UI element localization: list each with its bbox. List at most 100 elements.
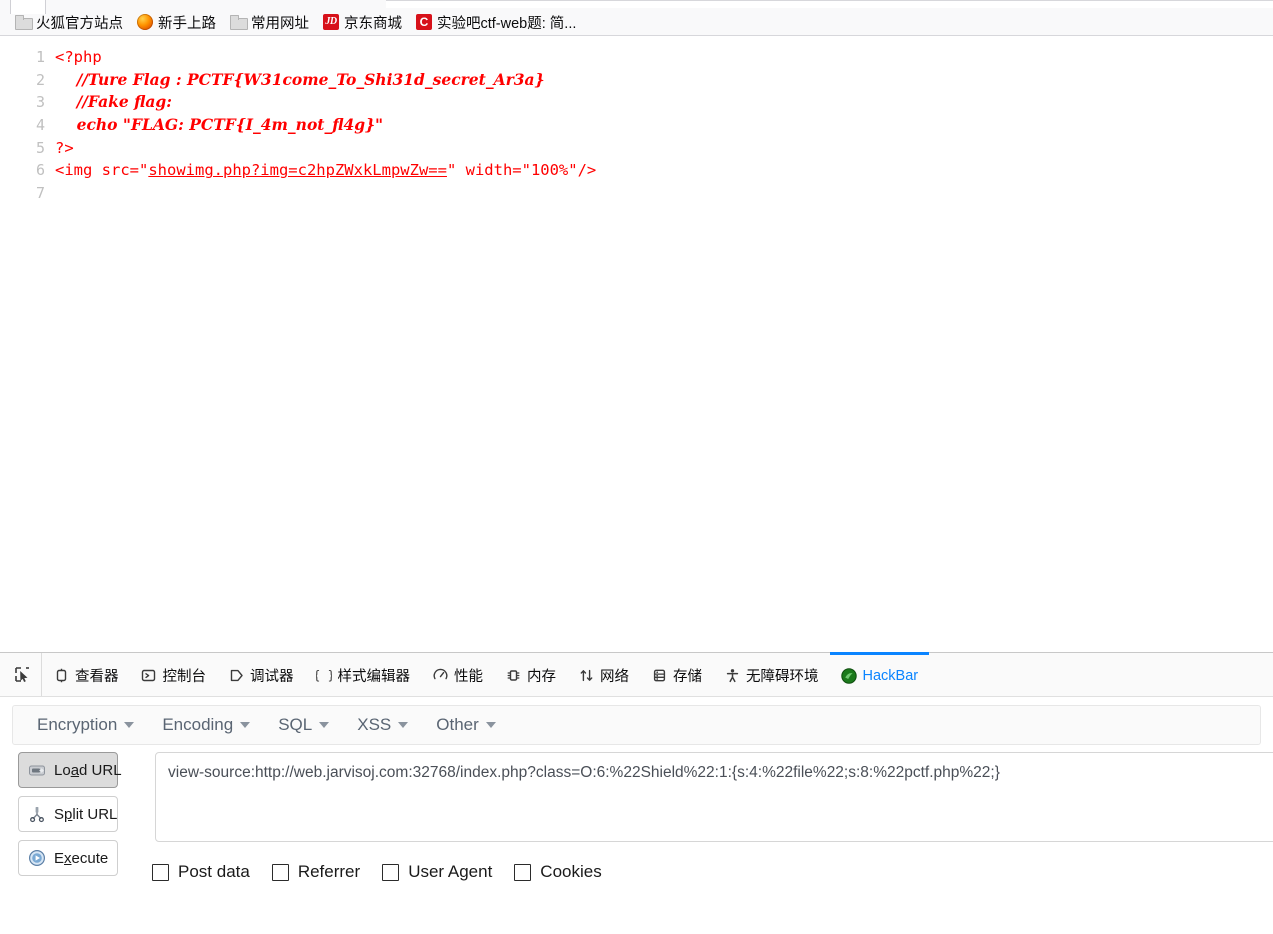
- checkbox-label: Post data: [178, 862, 250, 881]
- folder-icon: [15, 14, 33, 30]
- button-label: Execute: [54, 850, 108, 867]
- code-text: ?>: [55, 138, 74, 157]
- bookmark-item[interactable]: C 实验吧ctf-web题: 简...: [409, 10, 583, 34]
- devtools-tab-hackbar[interactable]: HackBar: [829, 652, 930, 696]
- checkbox-box[interactable]: [271, 863, 289, 881]
- bookmark-label: 实验吧ctf-web题: 简...: [437, 15, 577, 32]
- hackbar-menu-xss[interactable]: XSS: [343, 710, 422, 740]
- devtools-tab-item-5[interactable]: 内存: [494, 652, 567, 696]
- chevron-down-icon: [240, 722, 251, 728]
- devtools-tab-label: 网络: [600, 669, 629, 685]
- split-url-button[interactable]: Split URL: [18, 796, 118, 832]
- code-line: 3 //Fake flag:: [0, 91, 596, 114]
- devtools-tab-label: 样式编辑器: [337, 669, 411, 685]
- line-number: 6: [35, 161, 45, 180]
- accelerator-key: x: [64, 849, 72, 867]
- devtools-panel: 查看器 控制台 调试器 { } 样式编辑器 性能 内存 网络 存储 无障碍环境 HackBar En…: [0, 652, 1273, 934]
- chevron-down-icon: [485, 722, 496, 728]
- line-number: 5: [35, 138, 45, 157]
- code-line: 4 echo "FLAG: PCTF{I_4m_not_fl4g}": [0, 114, 596, 137]
- hackbar-menu-sql[interactable]: SQL: [264, 710, 343, 740]
- code-fragment: <img src=": [55, 161, 149, 180]
- devtools-tablist: 查看器 控制台 调试器 { } 样式编辑器 性能 内存 网络 存储 无障碍环境 HackBar: [42, 652, 930, 696]
- label-part: S: [54, 805, 65, 823]
- checkbox-box[interactable]: [514, 863, 532, 881]
- split-url-icon: [27, 804, 47, 824]
- element-picker-icon: [15, 667, 29, 682]
- load-url-button[interactable]: Load URL: [18, 752, 122, 788]
- jd-icon: JD: [323, 14, 339, 30]
- hackbar-menu-label: Encryption: [37, 715, 118, 734]
- devtools-tab-item-1[interactable]: 控制台: [130, 652, 218, 696]
- code-text: //Ture Flag : PCTF{W31come_To_Shi31d_sec…: [55, 69, 545, 89]
- devtools-toolbar: 查看器 控制台 调试器 { } 样式编辑器 性能 内存 网络 存储 无障碍环境 HackBar: [0, 652, 1273, 697]
- devtools-tab-item-4[interactable]: 性能: [421, 652, 494, 696]
- line-number: 3: [35, 93, 45, 112]
- debugger-icon: [228, 668, 244, 684]
- hackbar-panel: Encryption Encoding SQL XSS Other Load URL Sp…: [0, 697, 1273, 934]
- devtools-tab-item-6[interactable]: 网络: [567, 652, 640, 696]
- button-label: Split URL: [54, 806, 117, 823]
- accelerator-key: a: [70, 761, 80, 779]
- folder-icon: [230, 14, 248, 30]
- bookmark-item[interactable]: JD 京东商城: [316, 10, 409, 34]
- code-text: <img src="showimg.php?img=c2hpZWxkLmpwZw…: [55, 159, 596, 182]
- code-text: echo "FLAG: PCTF{I_4m_not_fl4g}": [55, 115, 384, 135]
- bookmark-item[interactable]: 新手上路: [130, 10, 223, 34]
- url-input[interactable]: view-source:http://web.jarvisoj.com:3276…: [155, 752, 1273, 842]
- checkbox-label: User Agent: [408, 862, 493, 881]
- hackbar-options: Post data Referrer User Agent Cookies: [152, 862, 602, 882]
- svg-text:{ }: { }: [316, 669, 332, 683]
- devtools-tab-item-2[interactable]: 调试器: [217, 652, 305, 696]
- hackbar-menu-label: Other: [436, 715, 479, 734]
- bookmark-item[interactable]: 常用网址: [223, 10, 316, 34]
- line-number: 2: [35, 70, 45, 89]
- checkbox-referrer[interactable]: Referrer: [271, 862, 361, 882]
- bookmarks-toolbar: 火狐官方站点 新手上路 常用网址 JD 京东商城 C 实验吧ctf-web题: 简...: [0, 8, 1273, 36]
- view-source-page: 1 <?php 2 //Ture Flag : PCTF{W31come_To_Sh…: [0, 37, 1273, 652]
- code-line: 2 //Ture Flag : PCTF{W31come_To_Shi31d_s…: [0, 69, 596, 92]
- execute-icon: [27, 848, 47, 868]
- hackbar-menu-other[interactable]: Other: [422, 710, 510, 740]
- hackbar-menu-encryption[interactable]: Encryption: [23, 710, 148, 740]
- element-picker-button[interactable]: [4, 653, 42, 696]
- checkbox-label: Cookies: [540, 862, 602, 881]
- label-part: Lo: [54, 761, 71, 779]
- style-editor-icon: { }: [316, 668, 332, 684]
- hackbar-action-buttons: Load URL Split URL Execute: [18, 752, 122, 876]
- checkbox-user-agent[interactable]: User Agent: [382, 862, 492, 882]
- bookmark-item[interactable]: 火狐官方站点: [8, 10, 130, 34]
- hackbar-menu-label: Encoding: [162, 715, 234, 734]
- hackbar-icon: [840, 667, 857, 684]
- code-line: 7: [0, 182, 596, 205]
- checkbox-box[interactable]: [152, 863, 169, 881]
- label-part: ecute: [71, 849, 109, 867]
- devtools-tab-label: 存储: [673, 669, 702, 685]
- inspector-icon: [53, 668, 69, 684]
- storage-icon: [651, 668, 667, 684]
- checkbox-box[interactable]: [382, 863, 400, 881]
- hackbar-menu-label: SQL: [278, 715, 313, 734]
- execute-button[interactable]: Execute: [18, 840, 118, 876]
- devtools-tab-item-8[interactable]: 无障碍环境: [713, 652, 830, 696]
- checkbox-cookies[interactable]: Cookies: [514, 862, 602, 882]
- bookmark-label: 新手上路: [158, 15, 216, 32]
- checkbox-label: Referrer: [297, 862, 361, 881]
- source-link[interactable]: showimg.php?img=c2hpZWxkLmpwZw==: [148, 161, 447, 179]
- chevron-down-icon: [319, 722, 330, 728]
- devtools-tab-item-0[interactable]: 查看器: [42, 652, 130, 696]
- code-line: 5 ?>: [0, 137, 596, 160]
- load-url-icon: [27, 760, 47, 780]
- devtools-tab-item-7[interactable]: 存储: [640, 652, 713, 696]
- checkbox-post-data[interactable]: Post data: [152, 862, 250, 882]
- firefox-icon: [137, 14, 153, 30]
- code-fragment: " width="100%"/>: [446, 161, 597, 180]
- devtools-tab-label: HackBar: [862, 667, 919, 684]
- devtools-tab-item-3[interactable]: { } 样式编辑器: [305, 652, 422, 696]
- devtools-tab-label: 无障碍环境: [746, 669, 819, 685]
- url-bar-stub[interactable]: [386, 0, 1273, 8]
- bookmark-label: 火狐官方站点: [36, 15, 123, 32]
- ctf-site-icon: C: [416, 14, 432, 30]
- chevron-down-icon: [398, 722, 409, 728]
- hackbar-menu-encoding[interactable]: Encoding: [148, 710, 264, 740]
